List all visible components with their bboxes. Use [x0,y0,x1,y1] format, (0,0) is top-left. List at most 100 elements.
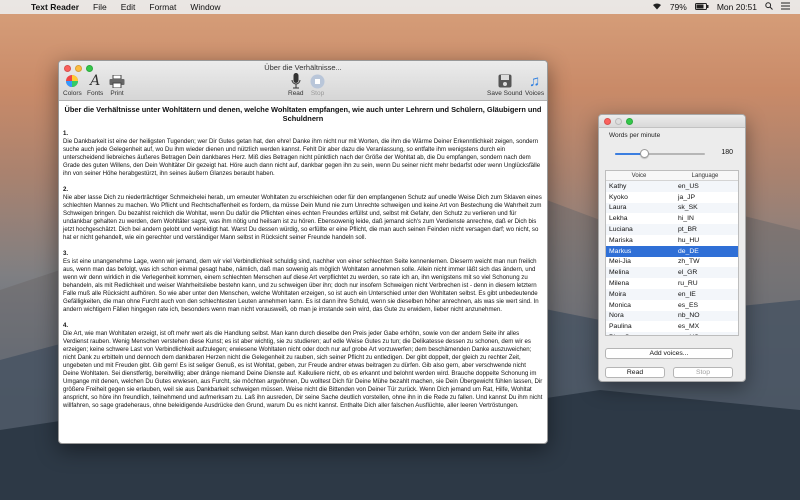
voice-name: Kyoko [609,193,628,201]
voice-language: hi_IN [678,215,694,223]
voice-row[interactable]: Kathy en_US [606,181,738,192]
voices-panel: Words per minute 180 Voice Language Kath… [598,114,746,382]
voice-row[interactable]: Luciana pt_BR [606,224,738,235]
voice-row[interactable]: Markus de_DE [606,245,738,257]
section-number: 4. [63,322,69,329]
menu-format[interactable]: Format [142,2,183,12]
voice-row[interactable]: Lekha hi_IN [606,213,738,224]
microphone-icon [291,73,301,89]
language-column-header[interactable]: Language [672,173,738,179]
battery-icon[interactable] [691,2,713,12]
save-sound-icon [498,74,512,88]
voice-name: Lekha [609,215,628,223]
voice-name: Mariska [609,236,633,244]
document-heading: Über die Verhältnisse unter Wohltätern u… [64,105,542,123]
voice-language: en_US [674,334,738,335]
menu-app[interactable]: Text Reader [24,2,86,12]
voice-name: Mei-Jia [609,258,631,266]
voice-name: Kathy [609,182,627,190]
voice-language: de_DE [678,247,699,255]
wifi-icon[interactable] [648,2,666,12]
voice-row[interactable]: Nora nb_NO [606,310,738,322]
voices-button[interactable]: ♫ Voices [525,72,545,98]
panel-titlebar [599,115,745,128]
menu-window[interactable]: Window [183,2,227,12]
print-label: Print [110,90,124,97]
fonts-button[interactable]: A Fonts [87,73,103,97]
voice-column-header[interactable]: Voice [606,173,672,179]
window-titlebar: Über die Verhältnisse... Colors A Fonts … [59,61,547,101]
voice-name: Paulina [609,323,632,331]
voices-table: Voice Language Kathy en_US Kyoko ja_JP Laura… [605,170,739,336]
colors-label: Colors [63,90,82,97]
panel-close-button[interactable] [604,118,611,125]
panel-minimize-button [615,118,622,125]
voice-language: en_IE [678,290,696,298]
read-button[interactable]: Read [288,73,304,97]
section-number: 2. [63,186,69,193]
voice-name: Moira [609,290,626,298]
voice-language: en_US [678,182,699,190]
voice-name: Nora [609,312,624,320]
panel-read-button[interactable]: Read [605,367,665,378]
voices-table-body: Kathy en_US Kyoko ja_JP Laura sk_SK Lekha hi_IN… [606,181,738,335]
voice-row[interactable]: Milena ru_RU [606,278,738,289]
voice-name: Melina [609,269,630,277]
voice-row[interactable]: Laura sk_SK [606,202,738,214]
section-text: Die Dankbarkeit ist eine der heiligsten … [63,138,541,177]
voice-language: es_MX [678,323,700,331]
voice-language: ja_JP [678,193,696,201]
document-text-area[interactable]: Über die Verhältnisse unter Wohltätern u… [59,101,547,410]
wpm-slider[interactable] [615,149,705,158]
voice-name: Luciana [609,226,633,234]
menu-bar: Text Reader File Edit Format Window 79% … [0,0,800,14]
voice-row[interactable]: Kyoko ja_JP [606,192,738,203]
save-sound-button[interactable]: Save Sound [487,73,522,97]
window-title: Über die Verhältnisse... [264,63,342,72]
voice-row[interactable]: Paulina es_MX [606,321,738,332]
music-note-icon: ♫ [528,72,541,90]
wpm-slider-knob[interactable] [640,149,650,158]
voice-row[interactable]: Monica es_ES [606,300,738,311]
wpm-value: 180 [721,149,733,156]
document-window: Über die Verhältnisse... Colors A Fonts … [58,60,548,444]
section-number: 3. [63,250,69,257]
voice-language: ru_RU [678,280,698,288]
voices-table-header: Voice Language [606,171,738,181]
voice-language: pt_BR [678,226,697,234]
voice-language: el_GR [678,269,698,277]
section-text: Es ist eine unangenehme Lage, wenn wir j… [63,258,539,313]
battery-percent[interactable]: 79% [666,2,691,12]
panel-stop-button[interactable]: Stop [673,367,733,378]
add-voices-button[interactable]: Add voices... [605,348,733,359]
voice-row[interactable]: Mariska hu_HU [606,235,738,246]
color-wheel-icon [66,75,79,87]
section-text: Die Art, wie man Wohltaten erzeigt, ist … [63,330,543,409]
voices-label: Voices [525,90,545,97]
save-sound-label: Save Sound [487,90,523,97]
voice-language: es_ES [678,301,699,309]
voice-row[interactable]: Pipe Organen_US [606,332,738,335]
voice-name: Milena [609,280,630,288]
menu-file[interactable]: File [86,2,114,12]
voice-language: sk_SK [678,204,698,212]
voice-language: hu_HU [678,236,700,244]
fonts-icon: A [90,73,101,89]
voice-row[interactable]: Mei-Jia zh_TW [606,257,738,268]
notification-center-icon[interactable] [777,2,794,12]
colors-button[interactable]: Colors [63,73,82,97]
wpm-group: Words per minute 180 [605,132,739,164]
print-button[interactable]: Print [109,73,125,97]
panel-zoom-button[interactable] [626,118,633,125]
voice-row[interactable]: Moira en_IE [606,288,738,300]
voice-name: Pipe Organ [606,334,674,335]
clock[interactable]: Mon 20:51 [713,2,761,12]
printer-icon [109,74,125,88]
stop-button[interactable]: Stop [310,73,325,97]
voice-language: nb_NO [678,312,700,320]
menu-edit[interactable]: Edit [114,2,143,12]
voice-name: Markus [609,247,632,255]
voice-row[interactable]: Melina el_GR [606,267,738,279]
stop-label: Stop [310,90,325,97]
search-icon[interactable] [761,2,777,12]
